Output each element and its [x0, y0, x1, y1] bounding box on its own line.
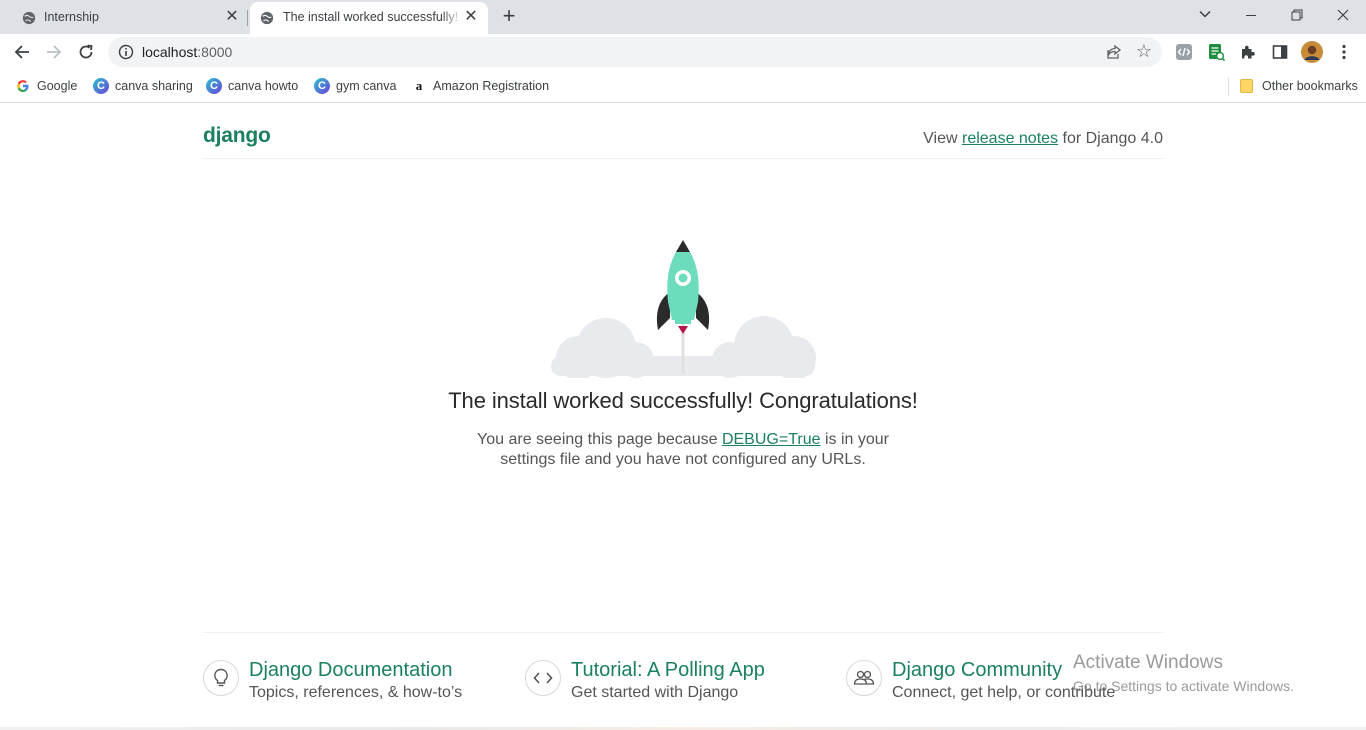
forward-arrow-icon	[47, 45, 62, 59]
django-logo[interactable]: django	[203, 124, 271, 148]
restore-icon	[1291, 9, 1303, 21]
bookmark-label: gym canva	[336, 79, 397, 93]
globe-icon	[260, 11, 274, 25]
google-icon	[15, 78, 31, 94]
rocket-icon	[656, 240, 710, 334]
canva-icon: C	[93, 78, 109, 94]
tab-title: The install worked successfully! Congrat…	[283, 10, 463, 24]
amazon-icon: a	[415, 78, 423, 93]
bookmark-label: Google	[37, 79, 78, 93]
tab-separator	[247, 10, 248, 26]
tab-internship[interactable]: Internship ✕	[0, 2, 246, 34]
activate-windows-watermark: Activate Windows Go to Settings to activ…	[1073, 652, 1294, 694]
tab-strip: Internship ✕ The install worked successf…	[0, 0, 1366, 34]
bookmark-label: Amazon Registration	[433, 79, 550, 93]
extension-code-button[interactable]	[1174, 42, 1194, 62]
card-subtitle: Topics, references, & how-to’s	[249, 684, 463, 701]
page-footer: Django Documentation Topics, references,…	[203, 632, 1163, 730]
close-tab-icon[interactable]: ✕	[224, 9, 240, 25]
tab-django-install[interactable]: The install worked successfully! Congrat…	[250, 2, 488, 34]
close-tab-icon[interactable]: ✕	[463, 9, 479, 25]
back-button[interactable]	[10, 40, 34, 64]
bookmark-canva-sharing[interactable]: C canva sharing	[93, 77, 193, 95]
other-bookmarks-folder[interactable]: Other bookmarks	[1240, 77, 1358, 95]
tab-title: Internship	[44, 10, 99, 24]
card-subtitle: Get started with Django	[571, 684, 739, 701]
install-success-description: You are seeing this page because DEBUG=T…	[477, 431, 889, 468]
people-icon	[846, 660, 882, 696]
sheets-extension-button[interactable]	[1206, 42, 1226, 62]
card-title[interactable]: Django Documentation	[249, 659, 452, 682]
bookmark-star-icon[interactable]: ☆	[1136, 42, 1152, 60]
address-bar[interactable]: localhost:8000 ☆	[108, 37, 1162, 67]
canva-icon: C	[206, 78, 222, 94]
avatar	[1301, 41, 1323, 63]
bookmark-label: canva howto	[228, 79, 299, 93]
page-header: django View release notes for Django 4.0	[203, 104, 1163, 159]
sheets-extension-icon	[1209, 44, 1225, 61]
puzzle-icon	[1242, 45, 1255, 59]
close-icon	[1337, 9, 1349, 21]
code-icon	[525, 660, 561, 696]
close-window-button[interactable]	[1328, 4, 1358, 28]
bookmarks-bar: Google C canva sharing C canva howto C g…	[0, 70, 1366, 103]
browser-toolbar: localhost:8000 ☆	[0, 34, 1366, 70]
rocket-illustration	[551, 240, 816, 378]
side-panel-button[interactable]	[1270, 42, 1290, 62]
bookmark-label: canva sharing	[115, 79, 193, 93]
site-info-icon[interactable]	[118, 44, 134, 60]
forward-button[interactable]	[42, 40, 66, 64]
extensions-button[interactable]	[1238, 42, 1258, 62]
reload-icon	[79, 44, 93, 59]
canva-icon: C	[314, 78, 330, 94]
more-vertical-icon	[1342, 44, 1346, 60]
minimize-icon	[1246, 15, 1256, 16]
reload-button[interactable]	[74, 40, 98, 64]
minimize-button[interactable]	[1236, 4, 1266, 28]
profile-avatar-button[interactable]	[1300, 40, 1324, 64]
install-success-heading: The install worked successfully! Congrat…	[448, 388, 918, 413]
release-notes-text: View release notes for Django 4.0	[923, 130, 1163, 147]
globe-icon	[22, 11, 36, 25]
browser-menu-button[interactable]	[1334, 42, 1354, 62]
release-notes-link[interactable]: release notes	[962, 130, 1058, 147]
new-tab-button[interactable]: +	[498, 5, 520, 28]
bookmark-gym-canva[interactable]: C gym canva	[314, 77, 396, 95]
folder-icon	[1240, 79, 1253, 93]
bookmark-canva-howto[interactable]: C canva howto	[206, 77, 298, 95]
back-arrow-icon	[14, 45, 29, 59]
lightbulb-icon	[203, 660, 239, 696]
bookmarks-separator	[1228, 78, 1229, 96]
card-title[interactable]: Tutorial: A Polling App	[571, 659, 765, 682]
url-text: localhost:8000	[142, 44, 233, 60]
side-panel-icon	[1272, 45, 1288, 59]
restore-button[interactable]	[1282, 4, 1312, 28]
bookmark-google[interactable]: Google	[15, 77, 77, 95]
share-icon[interactable]	[1106, 44, 1122, 60]
debug-true-link[interactable]: DEBUG=True	[722, 431, 821, 448]
code-extension-icon	[1176, 44, 1192, 60]
tab-search-button[interactable]	[1190, 4, 1220, 28]
card-title[interactable]: Django Community	[892, 659, 1062, 682]
chevron-down-icon	[1199, 10, 1211, 18]
bookmark-label: Other bookmarks	[1262, 79, 1358, 93]
django-welcome-page: django View release notes for Django 4.0	[0, 104, 1366, 730]
bookmark-amazon-registration[interactable]: a Amazon Registration	[411, 77, 549, 95]
